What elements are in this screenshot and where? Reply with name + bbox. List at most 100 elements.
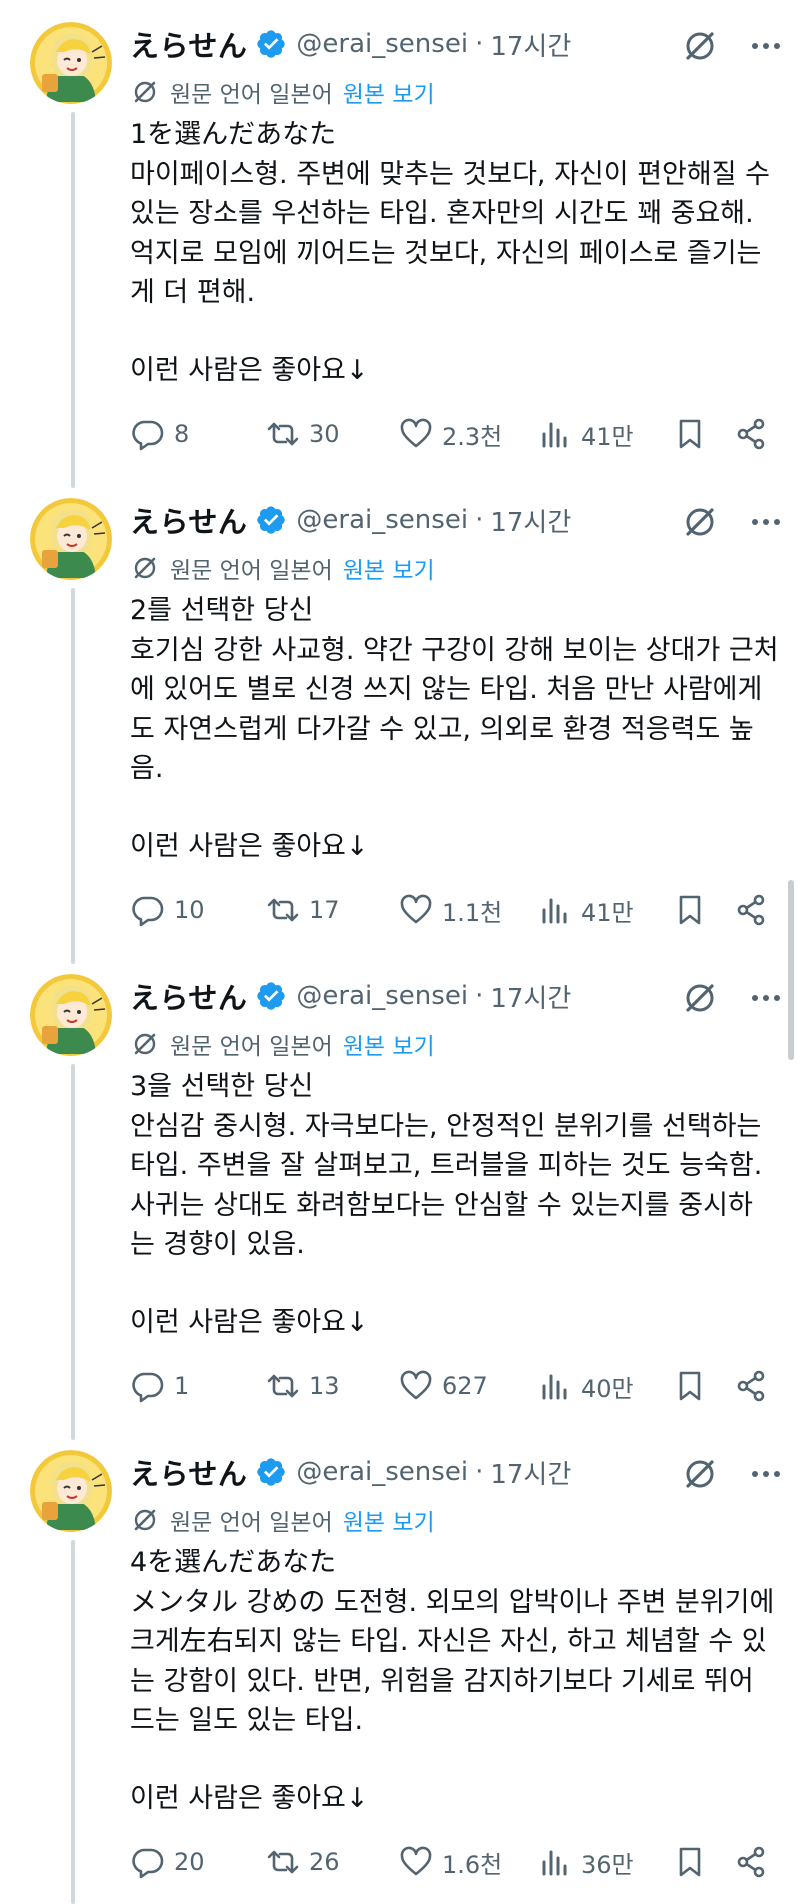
reply-button[interactable]: 20 [130, 1840, 205, 1884]
bookmark-button[interactable] [672, 412, 708, 456]
thread-connector [71, 1540, 75, 1904]
scrollbar-thumb[interactable] [788, 880, 794, 1060]
thread-connector [71, 1064, 75, 1440]
share-icon [733, 1844, 769, 1880]
separator-dot: · [475, 29, 484, 59]
views-count: 41만 [581, 898, 634, 927]
tweet-text-line: 호기심 강한 사교형. 약간 구강이 강해 보이는 상대가 근처 [130, 634, 779, 666]
display-name[interactable]: えらせん [130, 499, 247, 541]
tweet-text-line: 4を選んだあなた [130, 1547, 337, 1578]
retweet-button[interactable]: 17 [265, 888, 340, 932]
thread-connector [71, 588, 75, 964]
more-options-icon[interactable] [746, 26, 786, 66]
tweet-text-line: 1を選んだあなた [130, 119, 337, 150]
translate-icon [130, 553, 160, 583]
display-name[interactable]: えらせん [130, 23, 247, 65]
tweet-text-line: 는 경향이 있음. [130, 1229, 305, 1260]
tweet-text-line: 사귀는 상대도 화려함보다는 안심할 수 있는지를 중시하 [130, 1189, 753, 1221]
views-button[interactable]: 41만 [537, 412, 634, 456]
user-handle[interactable]: @erai_sensei [296, 29, 468, 59]
retweet-icon [265, 1368, 301, 1404]
like-icon [398, 1368, 434, 1404]
avatar[interactable] [30, 22, 112, 104]
timestamp[interactable]: 17시간 [490, 1454, 571, 1491]
views-count: 40만 [581, 1374, 634, 1403]
tweet-card: えらせん @erai_sensei · 17시간 원문 언어 일본어 원본 보기 4を選んだ… [0, 1428, 800, 1904]
share-button[interactable] [733, 1364, 769, 1408]
show-original-link[interactable]: 원본 보기 [343, 1503, 435, 1537]
bookmark-button[interactable] [672, 888, 708, 932]
bookmark-button[interactable] [672, 1364, 708, 1408]
views-icon [537, 416, 573, 452]
share-button[interactable] [733, 1840, 769, 1884]
share-icon [733, 892, 769, 928]
like-button[interactable]: 1.6천 [398, 1840, 502, 1884]
timestamp[interactable]: 17시간 [490, 26, 571, 63]
like-icon [398, 1844, 434, 1880]
tweet-text-line: 억지로 모임에 끼어드는 것보다, 자신의 페이스로 즐기는 [130, 237, 762, 269]
tweet-header: えらせん @erai_sensei · 17시간 [130, 496, 571, 544]
user-handle[interactable]: @erai_sensei [296, 981, 468, 1011]
display-name[interactable]: えらせん [130, 1451, 247, 1493]
tweet-text-line: 안심감 중시형. 자극보다는, 안정적인 분위기를 선택하는 [130, 1110, 762, 1142]
show-original-link[interactable]: 원본 보기 [343, 551, 435, 585]
share-button[interactable] [733, 412, 769, 456]
views-button[interactable]: 40만 [537, 1364, 634, 1408]
tweet-header: えらせん @erai_sensei · 17시간 [130, 972, 571, 1020]
like-button[interactable]: 1.1천 [398, 888, 502, 932]
translated-from-label: 원문 언어 일본어 [170, 1510, 333, 1536]
retweet-button[interactable]: 13 [265, 1364, 340, 1408]
more-options-icon[interactable] [746, 1454, 786, 1494]
tweet-card: えらせん @erai_sensei · 17시간 원문 언어 일본어 원본 보기 3을 선택… [0, 952, 800, 1440]
more-options-icon[interactable] [746, 502, 786, 542]
tweet-text-footer: 이런 사람은 좋아요↓ [130, 831, 369, 862]
views-button[interactable]: 36만 [537, 1840, 634, 1884]
views-count: 41만 [581, 422, 634, 451]
like-button[interactable]: 2.3천 [398, 412, 502, 456]
avatar[interactable] [30, 498, 112, 580]
retweet-button[interactable]: 26 [265, 1840, 340, 1884]
reply-count: 1 [174, 1372, 190, 1400]
separator-dot: · [475, 1457, 484, 1487]
tweet-text: 2를 선택한 당신호기심 강한 사교형. 약간 구강이 강해 보이는 상대가 근… [130, 591, 780, 789]
tweet-text-footer: 이런 사람은 좋아요↓ [130, 1783, 369, 1814]
translation-notice: 원문 언어 일본어 원본 보기 [130, 1024, 435, 1064]
views-button[interactable]: 41만 [537, 888, 634, 932]
user-handle[interactable]: @erai_sensei [296, 505, 468, 535]
grok-icon[interactable] [680, 1454, 720, 1494]
action-bar: 1 13 627 40만 [130, 1364, 780, 1408]
tweet-text: 4を選んだあなた メンタル 강めの 도전형. 외모의 압박이나 주변 분위기에 크게… [130, 1543, 780, 1741]
reply-icon [130, 1844, 166, 1880]
separator-dot: · [475, 505, 484, 535]
retweet-button[interactable]: 30 [265, 412, 340, 456]
reply-button[interactable]: 1 [130, 1364, 189, 1408]
thread-connector [71, 112, 75, 488]
tweet-text-line: 는 강함이 있다. 반면, 위험을 감지하기보다 기세로 뛰어 [130, 1665, 754, 1697]
timestamp[interactable]: 17시간 [490, 502, 571, 539]
grok-icon[interactable] [680, 978, 720, 1018]
bookmark-button[interactable] [672, 1840, 708, 1884]
more-options-icon[interactable] [746, 978, 786, 1018]
reply-icon [130, 1368, 166, 1404]
show-original-link[interactable]: 원본 보기 [343, 1027, 435, 1061]
like-button[interactable]: 627 [398, 1364, 488, 1408]
avatar[interactable] [30, 974, 112, 1056]
timestamp[interactable]: 17시간 [490, 978, 571, 1015]
show-original-link[interactable]: 원본 보기 [343, 75, 435, 109]
display-name[interactable]: えらせん [130, 975, 247, 1017]
tweet-text-line: 2를 선택한 당신 [130, 595, 314, 626]
tweet-text-line: 음. [130, 753, 164, 784]
like-count: 627 [442, 1372, 488, 1400]
tweet-text-line: 3을 선택한 당신 [130, 1071, 314, 1102]
tweet-text-line: 도 자연스럽게 다가갈 수 있고, 의외로 환경 적응력도 높 [130, 713, 754, 745]
reply-button[interactable]: 10 [130, 888, 205, 932]
user-handle[interactable]: @erai_sensei [296, 1457, 468, 1487]
grok-icon[interactable] [680, 26, 720, 66]
grok-icon[interactable] [680, 502, 720, 542]
bookmark-icon [672, 1368, 708, 1404]
reply-button[interactable]: 8 [130, 412, 189, 456]
tweet-text-line: 드는 일도 있는 타입. [130, 1705, 364, 1736]
avatar[interactable] [30, 1450, 112, 1532]
share-button[interactable] [733, 888, 769, 932]
share-icon [733, 1368, 769, 1404]
